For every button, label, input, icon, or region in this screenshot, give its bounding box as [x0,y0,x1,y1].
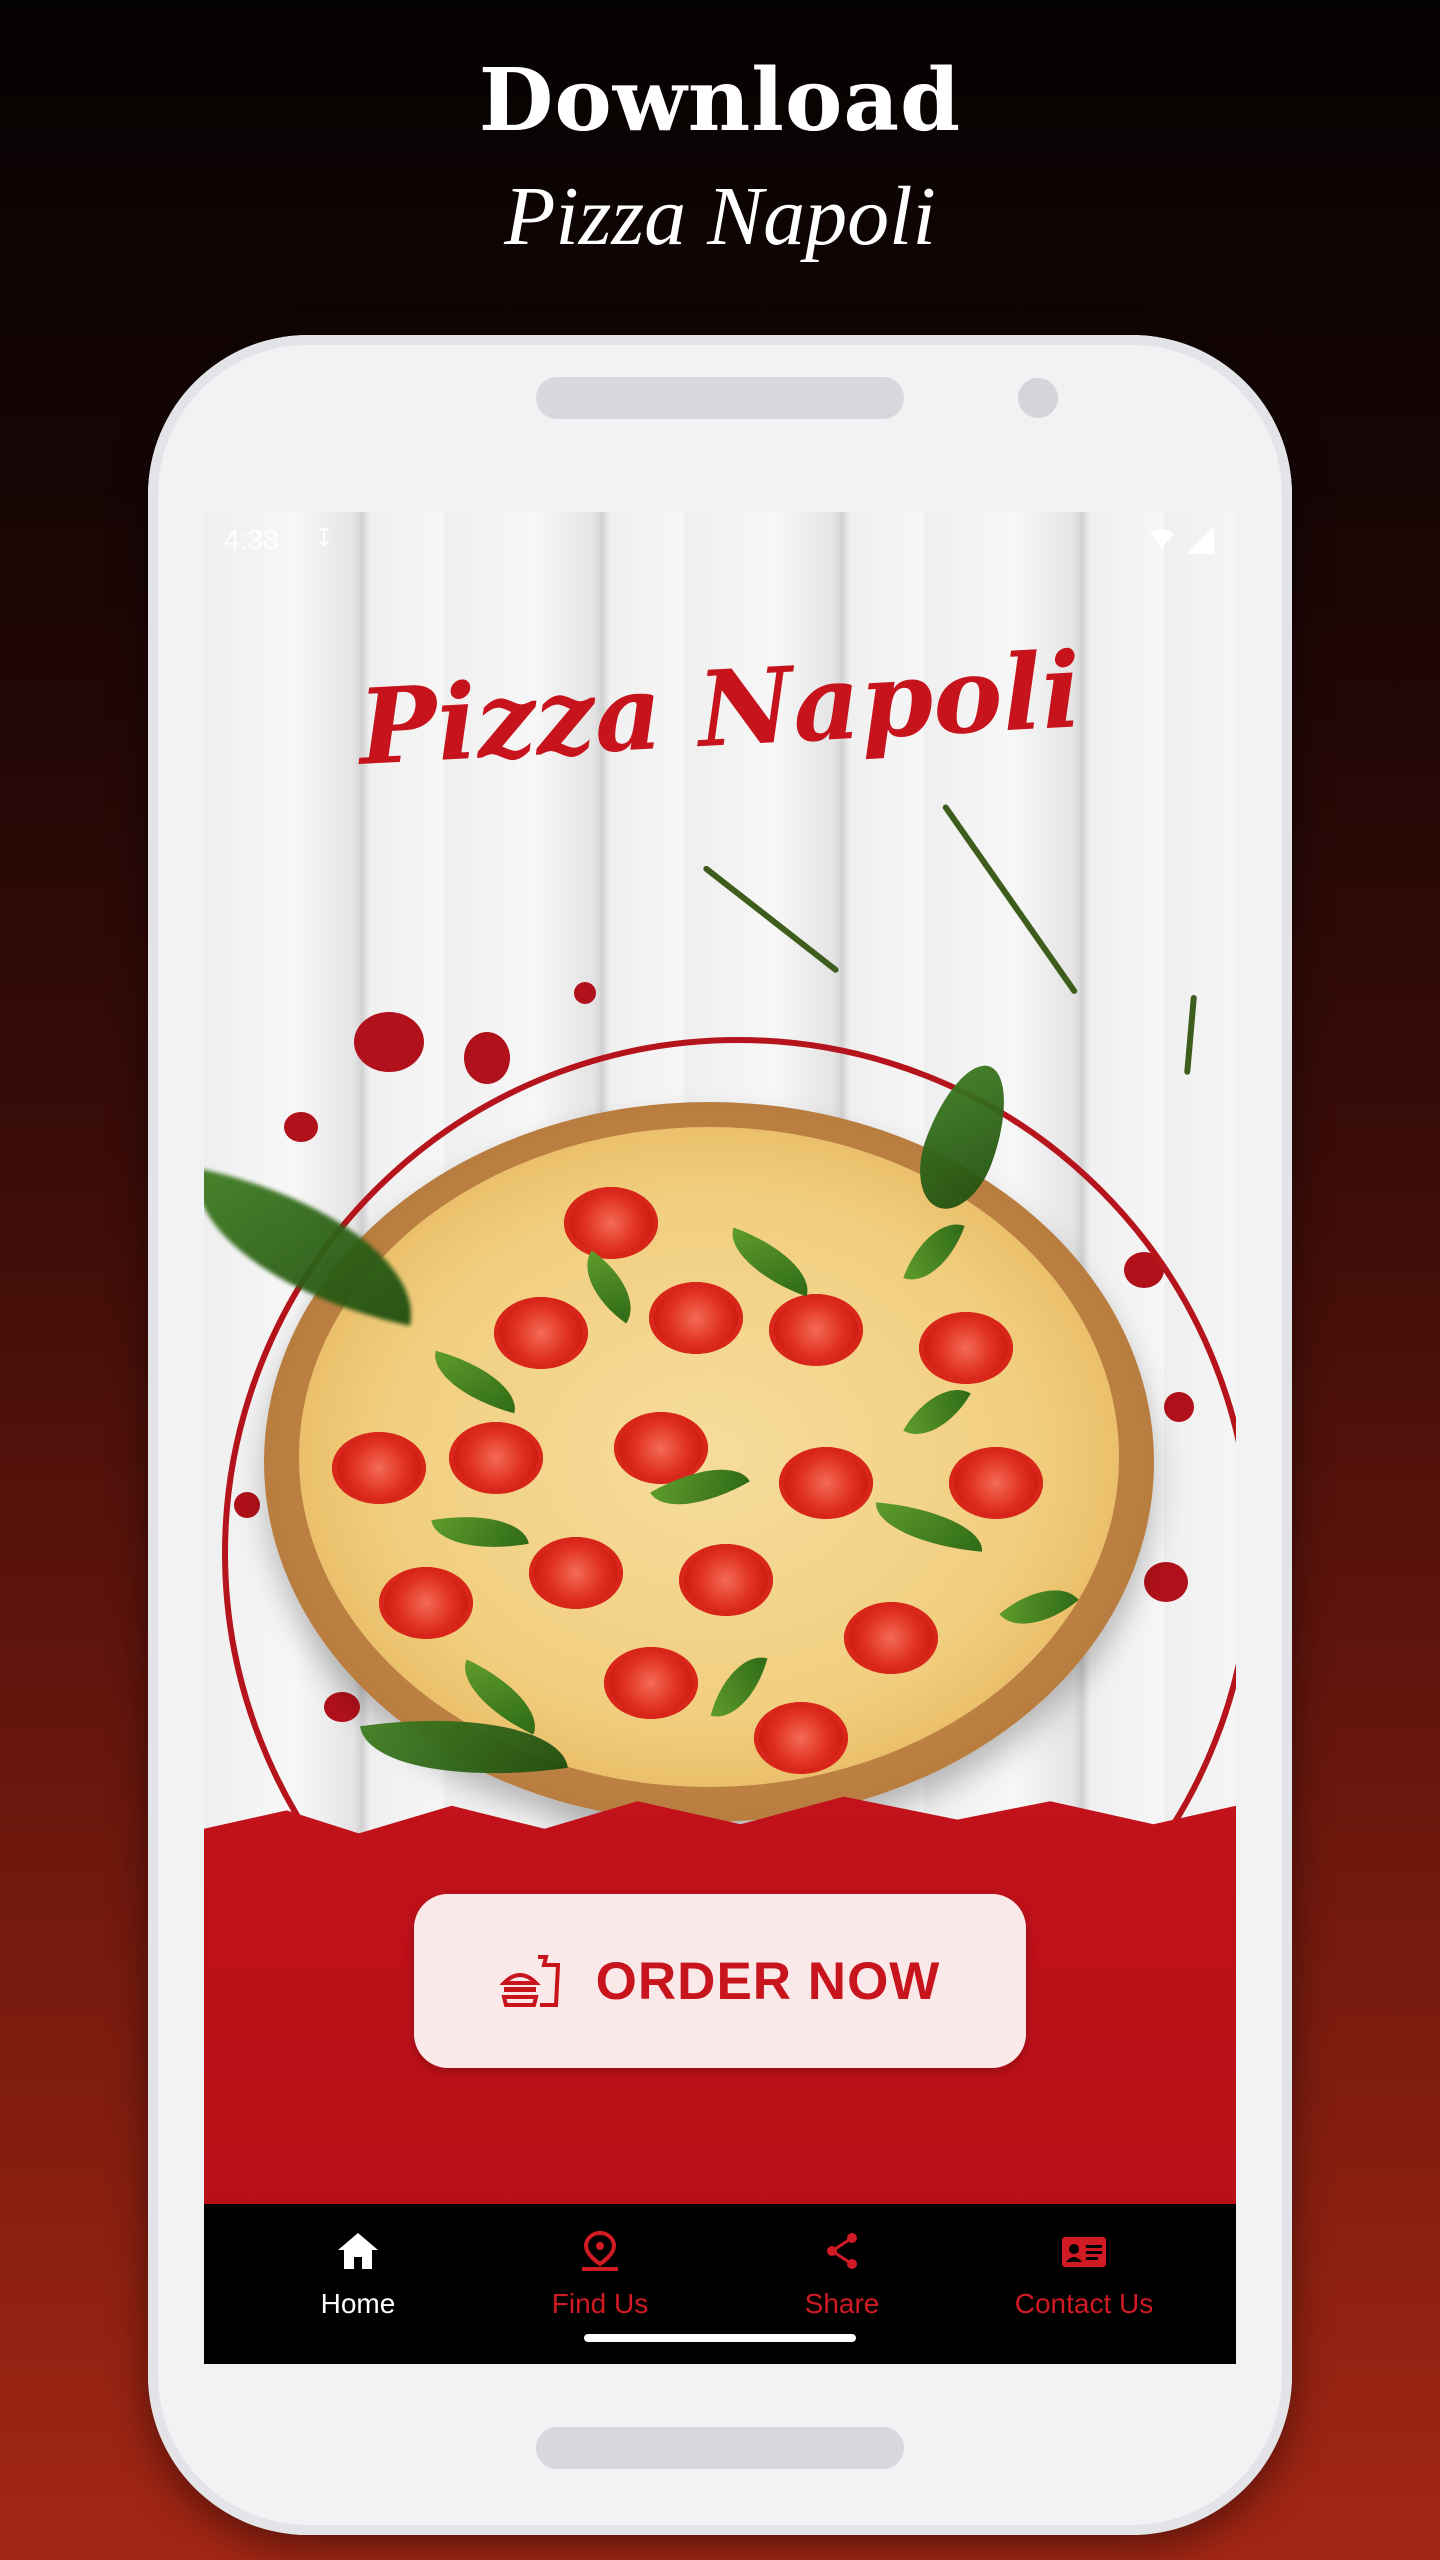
share-icon [827,2233,857,2269]
brand-title: Pizza Napoli [355,628,1085,789]
tomato-slice [449,1422,543,1494]
bottom-navigation: Home Find Us Share Contact Us [204,2204,1236,2364]
promo-title-app-name: Pizza Napoli [504,170,936,263]
tomato-slice [604,1647,698,1719]
status-time: 4:38 [224,524,279,555]
location-pin-icon [582,2230,618,2271]
tomato-slice [564,1187,658,1259]
nav-contact-us[interactable]: Contact Us [964,2230,1204,2320]
tomato-slice [779,1447,873,1519]
burger-drink-icon [499,1955,560,2007]
home-icon [338,2233,378,2269]
tomato-slice [494,1297,588,1369]
tomato-slice [379,1567,473,1639]
order-now-label: ORDER NOW [595,1951,941,2011]
nav-find-us[interactable]: Find Us [480,2230,720,2320]
app-screen: 4:38 ↧ Pizza Napoli ORDER NOW Home Find … [204,512,1236,2364]
phone-speaker [536,377,904,419]
tomato-slice [754,1702,848,1774]
tomato-slice [332,1432,426,1504]
sauce-splatter [574,982,596,1004]
nav-home-label: Home [320,2288,396,2319]
nav-share[interactable]: Share [722,2230,962,2320]
tomato-slice [649,1282,743,1354]
phone-camera [1018,378,1058,418]
tomato-slice [769,1294,863,1366]
nav-share-label: Share [804,2288,880,2319]
tomato-slice [919,1312,1013,1384]
nav-home[interactable]: Home [238,2230,478,2320]
status-bar: 4:38 ↧ [204,512,1236,568]
gesture-navigation-bar[interactable] [584,2334,856,2342]
order-now-button[interactable]: ORDER NOW [414,1894,1026,2068]
tomato-slice [529,1537,623,1609]
herb-sprig-decoration [1184,994,1197,1075]
promo-title-download: Download [478,50,962,151]
herb-sprig-decoration [941,803,1079,996]
sauce-splatter [284,1112,318,1142]
phone-home-button [536,2427,904,2469]
sauce-splatter [464,1032,510,1084]
download-status-icon: ↧ [314,525,335,552]
wifi-signal-icon [1150,526,1214,554]
nav-contact-us-label: Contact Us [1014,2288,1154,2319]
tomato-slice [949,1447,1043,1519]
tomato-slice [844,1602,938,1674]
nav-find-us-label: Find Us [551,2288,649,2319]
contact-card-icon [1062,2237,1106,2267]
tomato-slice [679,1544,773,1616]
herb-sprig-decoration [702,864,840,975]
sauce-splatter [354,1012,424,1072]
